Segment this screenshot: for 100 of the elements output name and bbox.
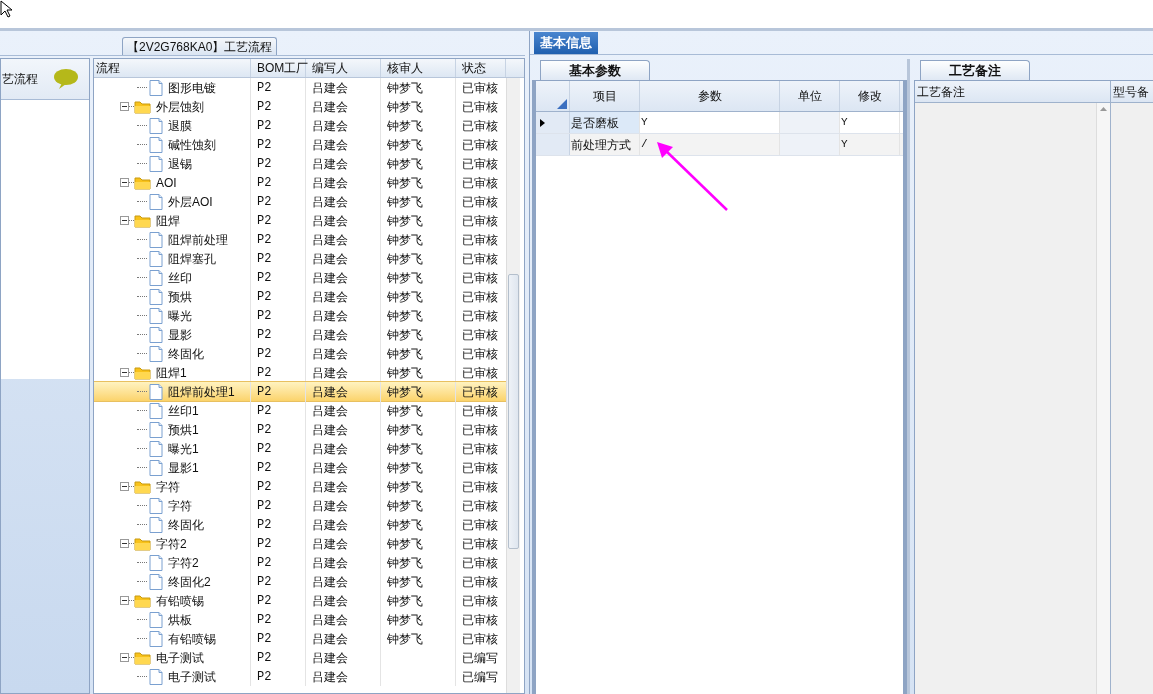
tree-row[interactable]: 字符2 P2 吕建会 钟梦飞 已审核	[94, 534, 506, 553]
notes-tab[interactable]: 工艺备注	[920, 60, 1030, 80]
document-icon	[149, 231, 163, 248]
author-cell-text: 吕建会	[312, 174, 348, 192]
tree-row[interactable]: 曝光1 P2 吕建会 钟梦飞 已审核	[94, 439, 506, 458]
reviewer-cell-text: 钟梦飞	[387, 288, 423, 306]
tree-row[interactable]: 阻焊塞孔 P2 吕建会 钟梦飞 已审核	[94, 249, 506, 268]
tree-row[interactable]: 阻焊 P2 吕建会 钟梦飞 已审核	[94, 211, 506, 230]
tree-row[interactable]: 碱性蚀刻 P2 吕建会 钟梦飞 已审核	[94, 135, 506, 154]
column-header[interactable]: 单位	[780, 81, 840, 111]
factory-cell-text: P2	[257, 611, 272, 629]
factory-cell-text: P2	[257, 269, 272, 287]
author-cell-text: 吕建会	[312, 136, 348, 154]
tree-label: 电子测试	[168, 668, 216, 686]
column-header[interactable]: 修改	[840, 81, 900, 111]
author-cell-text: 吕建会	[312, 554, 348, 572]
status-cell-text: 已审核	[462, 117, 498, 135]
tree-row[interactable]: 显影1 P2 吕建会 钟梦飞 已审核	[94, 458, 506, 477]
tree-row[interactable]: 丝印1 P2 吕建会 钟梦飞 已审核	[94, 401, 506, 420]
tree-row[interactable]: 电子测试 P2 吕建会 已编写	[94, 667, 506, 686]
collapse-toggle[interactable]	[120, 216, 129, 225]
column-header[interactable]: 项目	[570, 81, 640, 111]
tree-row[interactable]: 外层AOI P2 吕建会 钟梦飞 已审核	[94, 192, 506, 211]
info-tab[interactable]: 基本信息	[534, 32, 598, 54]
reviewer-cell-text: 钟梦飞	[387, 250, 423, 268]
tree-row[interactable]: 有铅喷锡 P2 吕建会 钟梦飞 已审核	[94, 591, 506, 610]
collapse-toggle[interactable]	[120, 596, 129, 605]
reviewer-cell-text: 钟梦飞	[387, 326, 423, 344]
tree-row[interactable]: 烘板 P2 吕建会 钟梦飞 已审核	[94, 610, 506, 629]
param-row[interactable]: 是否磨板 Y Y	[536, 112, 903, 134]
author-cell-text: 吕建会	[312, 402, 348, 420]
tree-row[interactable]: AOI P2 吕建会 钟梦飞 已审核	[94, 173, 506, 192]
status-cell-text: 已审核	[462, 79, 498, 97]
tree-row[interactable]: 阻焊前处理 P2 吕建会 钟梦飞 已审核	[94, 230, 506, 249]
column-header[interactable]: 参数	[640, 81, 780, 111]
reviewer-cell-text: 钟梦飞	[387, 307, 423, 325]
tree-row[interactable]: 字符 P2 吕建会 钟梦飞 已审核	[94, 477, 506, 496]
scroll-up-icon[interactable]	[1100, 107, 1107, 111]
column-header[interactable]: BOM工厂	[251, 59, 306, 77]
collapse-toggle[interactable]	[120, 178, 129, 187]
author-cell-text: 吕建会	[312, 364, 348, 382]
column-header[interactable]: 流程	[94, 59, 251, 77]
status-cell-text: 已审核	[462, 611, 498, 629]
flow-tab[interactable]: 【2V2G768KA0】工艺流程	[122, 37, 278, 55]
reviewer-cell-text: 钟梦飞	[387, 136, 423, 154]
params-tab[interactable]: 基本参数	[540, 60, 650, 80]
document-icon	[149, 193, 163, 210]
tree-label: 阻焊前处理1	[168, 383, 235, 401]
collapse-toggle[interactable]	[120, 539, 129, 548]
factory-cell-text: P2	[257, 516, 272, 534]
tree-row[interactable]: 阻焊前处理1 P2 吕建会 钟梦飞 已审核	[94, 382, 506, 401]
scrollbar[interactable]	[506, 78, 520, 693]
param-row[interactable]: 前处理方式 / Y	[536, 134, 903, 156]
collapse-toggle[interactable]	[120, 102, 129, 111]
status-cell-text: 已审核	[462, 345, 498, 363]
factory-cell-text: P2	[257, 402, 272, 420]
column-header[interactable]: 型号备	[1111, 81, 1153, 103]
tree-row[interactable]: 丝印 P2 吕建会 钟梦飞 已审核	[94, 268, 506, 287]
status-cell-text: 已审核	[462, 554, 498, 572]
tree-row[interactable]: 字符 P2 吕建会 钟梦飞 已审核	[94, 496, 506, 515]
factory-cell-text: P2	[257, 649, 272, 667]
column-header[interactable]: 核审人	[381, 59, 456, 77]
column-header[interactable]: 状态	[456, 59, 506, 77]
tree-row[interactable]: 退锡 P2 吕建会 钟梦飞 已审核	[94, 154, 506, 173]
tree-row[interactable]: 曝光 P2 吕建会 钟梦飞 已审核	[94, 306, 506, 325]
reviewer-cell-text: 钟梦飞	[387, 459, 423, 477]
tree-row[interactable]: 图形电镀 P2 吕建会 钟梦飞 已审核	[94, 78, 506, 97]
folder-icon	[134, 213, 151, 228]
column-header[interactable]: 工艺备注	[915, 81, 1110, 103]
document-icon	[149, 155, 163, 172]
status-cell-text: 已审核	[462, 326, 498, 344]
tree-label: 预烘	[168, 288, 192, 306]
factory-cell-text: P2	[257, 117, 272, 135]
author-cell-text: 吕建会	[312, 231, 348, 249]
tree-label: 字符	[156, 478, 180, 496]
tree-label: 曝光1	[168, 440, 199, 458]
scrollbar[interactable]	[1096, 103, 1110, 694]
tree-row[interactable]: 显影 P2 吕建会 钟梦飞 已审核	[94, 325, 506, 344]
tree-row[interactable]: 预烘1 P2 吕建会 钟梦飞 已审核	[94, 420, 506, 439]
tree-row[interactable]: 字符2 P2 吕建会 钟梦飞 已审核	[94, 553, 506, 572]
collapse-toggle[interactable]	[120, 482, 129, 491]
tree-row[interactable]: 终固化 P2 吕建会 钟梦飞 已审核	[94, 344, 506, 363]
tree-label: 字符	[168, 497, 192, 515]
tree-row[interactable]: 退膜 P2 吕建会 钟梦飞 已审核	[94, 116, 506, 135]
author-cell-text: 吕建会	[312, 250, 348, 268]
factory-cell-text: P2	[257, 250, 272, 268]
tree-row[interactable]: 终固化2 P2 吕建会 钟梦飞 已审核	[94, 572, 506, 591]
tree-row[interactable]: 电子测试 P2 吕建会 已编写	[94, 648, 506, 667]
tree-row[interactable]: 预烘 P2 吕建会 钟梦飞 已审核	[94, 287, 506, 306]
author-cell-text: 吕建会	[312, 630, 348, 648]
tree-row[interactable]: 外层蚀刻 P2 吕建会 钟梦飞 已审核	[94, 97, 506, 116]
tree-row[interactable]: 终固化 P2 吕建会 钟梦飞 已审核	[94, 515, 506, 534]
status-cell-text: 已编写	[462, 668, 498, 686]
collapse-toggle[interactable]	[120, 368, 129, 377]
author-cell-text: 吕建会	[312, 516, 348, 534]
tree-row[interactable]: 有铅喷锡 P2 吕建会 钟梦飞 已审核	[94, 629, 506, 648]
collapse-toggle[interactable]	[120, 653, 129, 662]
factory-cell-text: P2	[257, 668, 272, 686]
status-cell-text: 已审核	[462, 421, 498, 439]
reviewer-cell-text: 钟梦飞	[387, 174, 423, 192]
